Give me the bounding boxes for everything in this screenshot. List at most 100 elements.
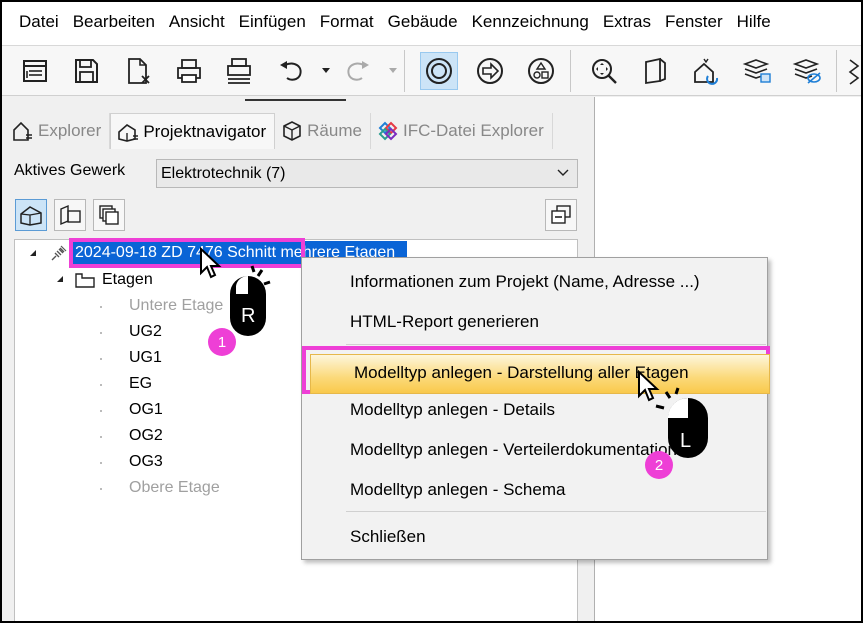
- list-window-icon: [23, 60, 47, 82]
- menu-item-schliessen[interactable]: Schließen: [350, 527, 426, 547]
- magnifier-move-icon: [592, 59, 617, 84]
- tab-explorer[interactable]: Explorer: [6, 113, 111, 149]
- layers-eye-icon: [792, 59, 821, 84]
- layers-list-button[interactable]: [738, 52, 776, 90]
- menu-item-modelltyp-verteiler[interactable]: Modelltyp anlegen - Verteilerdokumentati…: [350, 440, 677, 460]
- circle-mode-button[interactable]: [420, 52, 458, 90]
- tab-ifc-explorer-label: IFC-Datei Explorer: [402, 121, 544, 140]
- expand-etagen-icon[interactable]: [55, 274, 65, 284]
- tree-connector: [100, 358, 102, 360]
- plug-icon: [51, 245, 67, 261]
- menu-format[interactable]: Format: [313, 2, 381, 42]
- tree-connector: [100, 332, 102, 334]
- forward-mode-button[interactable]: [471, 52, 509, 90]
- document-close-icon: [128, 58, 150, 84]
- redo-dropdown-icon[interactable]: [387, 64, 399, 76]
- toolbar-divider: [404, 50, 405, 92]
- toolbar-overflow-button[interactable]: [842, 52, 861, 90]
- chevron-down-icon: [557, 169, 569, 176]
- right-click-letter: R: [241, 305, 256, 327]
- menu-item-projekt-info[interactable]: Informationen zum Projekt (Name, Adresse…: [350, 272, 700, 292]
- box-3d-icon: [645, 57, 666, 85]
- tree-connector: [100, 306, 102, 308]
- menu-extras[interactable]: Extras: [596, 2, 658, 42]
- tab-raeume[interactable]: Räume: [275, 113, 371, 149]
- view-3d-button[interactable]: [636, 52, 674, 90]
- project-properties-button[interactable]: [16, 52, 54, 90]
- floppy-disk-icon: [75, 59, 98, 83]
- toolbar-divider: [836, 50, 837, 92]
- tree-node-eg[interactable]: EG: [129, 375, 152, 393]
- tab-raeume-label: Räume: [307, 121, 362, 140]
- menu-fenster[interactable]: Fenster: [658, 2, 730, 42]
- printer-icon: [177, 59, 201, 83]
- tree-connector: [100, 488, 102, 490]
- stacked-pages-icon: [99, 205, 119, 225]
- undo-button[interactable]: [272, 52, 310, 90]
- aktives-gewerk-select[interactable]: Elektrotechnik (7): [156, 159, 578, 188]
- step1-badge: 1: [208, 328, 236, 356]
- tab-ifc-explorer[interactable]: IFC-Datei Explorer: [371, 113, 553, 149]
- menu-hilfe[interactable]: Hilfe: [730, 2, 778, 42]
- aktives-gewerk-label: Aktives Gewerk: [14, 162, 126, 179]
- layers-hide-button[interactable]: [788, 52, 826, 90]
- layers-list-icon: [742, 59, 771, 83]
- menu-item-modelltyp-schema[interactable]: Modelltyp anlegen - Schema: [350, 480, 565, 500]
- double-circle-icon: [426, 58, 452, 84]
- tree-node-og1[interactable]: OG1: [129, 401, 163, 419]
- room-cube-icon: [283, 121, 301, 141]
- aktives-gewerk-value: Elektrotechnik (7): [161, 164, 286, 182]
- circle-shapes-icon: [528, 58, 554, 84]
- print-preview-button[interactable]: [220, 52, 258, 90]
- layers-view-button[interactable]: [93, 199, 125, 231]
- collapse-all-button[interactable]: [545, 199, 577, 231]
- menu-datei[interactable]: Datei: [12, 2, 66, 42]
- application-window: Datei Bearbeiten Ansicht Einfügen Format…: [0, 0, 863, 623]
- tab-projektnavigator[interactable]: Projektnavigator: [110, 113, 276, 149]
- printer-stack-icon: [227, 58, 251, 84]
- panel-splitter[interactable]: [245, 99, 346, 101]
- menu-separator: [346, 511, 766, 512]
- menu-gebaeude[interactable]: Gebäude: [381, 2, 465, 42]
- save-button[interactable]: [67, 52, 105, 90]
- shapes-mode-button[interactable]: [522, 52, 560, 90]
- print-button[interactable]: [170, 52, 208, 90]
- tree-node-etagen[interactable]: Etagen: [102, 271, 153, 289]
- redo-button[interactable]: [339, 52, 377, 90]
- menu-item-html-report[interactable]: HTML-Report generieren: [350, 312, 539, 332]
- menu-bearbeiten[interactable]: Bearbeiten: [66, 2, 162, 42]
- tree-node-untere-etage[interactable]: Untere Etage: [129, 297, 223, 315]
- menu-kennzeichnung[interactable]: Kennzeichnung: [465, 2, 596, 42]
- undo-dropdown-icon[interactable]: [320, 64, 332, 76]
- toolbar: [2, 46, 861, 96]
- zoom-button[interactable]: [585, 52, 623, 90]
- menu-ansicht[interactable]: Ansicht: [162, 2, 232, 42]
- building-3d-icon: [20, 206, 42, 226]
- tree-connector: [100, 384, 102, 386]
- menu-item-modelltyp-details[interactable]: Modelltyp anlegen - Details: [350, 400, 555, 420]
- close-document-button[interactable]: [119, 52, 157, 90]
- building-view-button[interactable]: [15, 199, 47, 231]
- cursor-arrow-icon: [200, 247, 222, 279]
- right-click-mouse-icon: [230, 265, 271, 336]
- tree-node-og3[interactable]: OG3: [129, 453, 163, 471]
- undo-icon: [280, 61, 302, 81]
- tree-node-ug2[interactable]: UG2: [129, 323, 162, 341]
- tree-node-ug1[interactable]: UG1: [129, 349, 162, 367]
- tab-projektnavigator-label: Projektnavigator: [143, 121, 267, 141]
- navigator-tabs: Explorer Projektnavigator Räume IFC-Date…: [6, 113, 553, 149]
- tree-node-og2[interactable]: OG2: [129, 427, 163, 445]
- tree-connector: [100, 410, 102, 412]
- menu-einfuegen[interactable]: Einfügen: [232, 2, 313, 42]
- tree-connector: [100, 436, 102, 438]
- grid-tool-icon: [848, 59, 860, 85]
- tab-explorer-label: Explorer: [38, 121, 102, 140]
- tree-node-obere-etage[interactable]: Obere Etage: [129, 479, 220, 497]
- left-click-letter: L: [680, 430, 692, 452]
- step2-badge: 2: [645, 451, 673, 479]
- floor-plan-view-button[interactable]: [54, 199, 86, 231]
- expand-root-icon[interactable]: [28, 248, 38, 258]
- floor-plan-icon: [60, 204, 81, 226]
- ifc-logo-icon: [378, 121, 398, 141]
- building-sync-button[interactable]: [687, 52, 725, 90]
